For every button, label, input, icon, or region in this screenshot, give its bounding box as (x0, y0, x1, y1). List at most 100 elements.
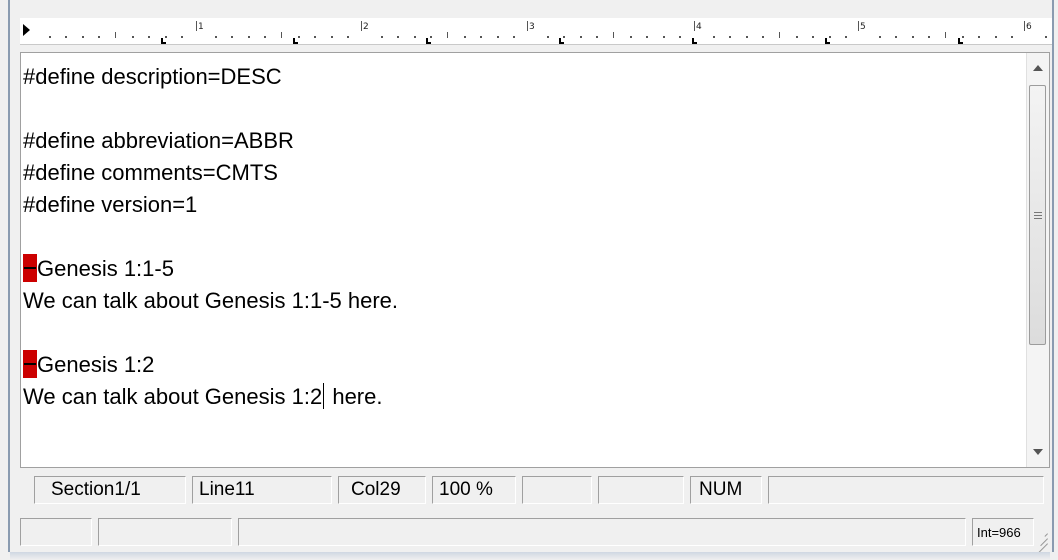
editor-line[interactable]: #define description=DESC (23, 61, 1013, 93)
ruler-tick (978, 36, 980, 38)
ruler-tick (663, 36, 665, 38)
ruler-tick (181, 36, 183, 38)
editor-window: 1 2 3 4 5 6 #define description=DESC #de… (8, 0, 1054, 556)
editor-line[interactable]: Genesis 1:2 (23, 349, 1013, 381)
ruler[interactable]: 1 2 3 4 5 6 (20, 18, 1052, 45)
editor-line[interactable] (23, 221, 1013, 253)
ruler-tick (779, 32, 780, 38)
ruler-tick (480, 36, 482, 38)
status-empty-pane (598, 476, 684, 504)
bottom-status-bar: Int=966 (20, 514, 1050, 556)
editor-line[interactable]: #define version=1 (23, 189, 1013, 221)
ruler-tick (762, 36, 764, 38)
editor-line[interactable] (23, 317, 1013, 349)
ruler-tick (381, 36, 383, 38)
ruler-tick (746, 36, 748, 38)
vertical-scrollbar[interactable] (1026, 53, 1049, 467)
ruler-tick (912, 36, 914, 38)
ruler-tick (513, 36, 515, 38)
scrollbar-thumb[interactable] (1029, 85, 1046, 345)
ruler-tick (414, 36, 416, 38)
window-top-strip (10, 0, 1052, 10)
ruler-tick (331, 36, 333, 38)
grip-line (1034, 218, 1042, 219)
scroll-down-icon[interactable] (1033, 449, 1043, 455)
tab-stop-icon[interactable] (825, 38, 830, 44)
editor-line[interactable]: We can talk about Genesis 1:1-5 here. (23, 285, 1013, 317)
ruler-tick (928, 36, 930, 38)
ruler-tick (148, 36, 150, 38)
indent-marker-icon[interactable] (23, 24, 30, 36)
status-col: Col29 (338, 476, 426, 504)
editor-content[interactable]: #define description=DESC #define abbrevi… (23, 61, 1013, 413)
line-text-before-caret: We can talk about Genesis 1:2 (23, 384, 323, 409)
ruler-number-4: 4 (696, 22, 702, 32)
ruler-tick (347, 36, 349, 38)
ruler-tick (895, 36, 897, 38)
status-line: Line11 (192, 476, 332, 504)
editor-line[interactable]: We can talk about Genesis 1:2 here. (23, 381, 1013, 413)
status-empty-pane (238, 518, 966, 546)
ruler-tick (879, 36, 881, 38)
ruler-tick (314, 36, 316, 38)
ruler-tick (547, 36, 549, 38)
ruler-tick (215, 36, 217, 38)
ruler-tick (82, 36, 84, 38)
text-editor[interactable]: #define description=DESC #define abbrevi… (20, 52, 1050, 468)
ruler-tick (65, 36, 67, 38)
ruler-tick (596, 36, 598, 38)
tab-stop-icon[interactable] (692, 38, 697, 44)
editor-line[interactable]: #define abbreviation=ABBR (23, 125, 1013, 157)
ruler-tick (281, 32, 282, 38)
ruler-tick (796, 36, 798, 38)
status-num: NUM (690, 476, 762, 504)
ruler-tick (630, 36, 632, 38)
status-int: Int=966 (972, 518, 1034, 546)
text-caret (323, 383, 325, 409)
ruler-tick (298, 36, 300, 38)
ruler-tick (264, 36, 266, 38)
ruler-tick (679, 36, 681, 38)
ruler-tick (132, 36, 134, 38)
status-empty-pane (98, 518, 232, 546)
ruler-tick (49, 36, 51, 38)
section-marker-icon[interactable] (23, 350, 37, 378)
ruler-tick (812, 36, 814, 38)
ruler-tick (713, 36, 715, 38)
status-empty-pane (522, 476, 592, 504)
ruler-tick (845, 36, 847, 38)
tab-stop-icon[interactable] (161, 38, 166, 44)
ruler-tick (397, 36, 399, 38)
ruler-tick (1011, 36, 1013, 38)
status-section: Section1/1 (34, 476, 186, 504)
grip-line (1034, 215, 1042, 216)
tab-stop-icon[interactable] (958, 38, 963, 44)
section-marker-icon[interactable] (23, 254, 37, 282)
ruler-number-3: 3 (529, 22, 535, 32)
ruler-tick (995, 36, 997, 38)
section-heading: Genesis 1:2 (37, 352, 155, 377)
status-empty-pane (20, 518, 92, 546)
ruler-tick (98, 36, 100, 38)
ruler-tick (231, 36, 233, 38)
resize-grip-icon[interactable] (1032, 528, 1048, 556)
ruler-tick (945, 32, 946, 38)
status-empty-pane (768, 476, 1044, 504)
window-bottom-edge (10, 552, 1050, 560)
ruler-tick (464, 36, 466, 38)
editor-line[interactable]: Genesis 1:1-5 (23, 253, 1013, 285)
ruler-tick (729, 36, 731, 38)
scroll-up-icon[interactable] (1033, 65, 1043, 71)
ruler-number-6: 6 (1026, 22, 1032, 32)
ruler-tick (613, 32, 614, 38)
tab-stop-icon[interactable] (293, 38, 298, 44)
ruler-number-5: 5 (860, 22, 866, 32)
tab-stop-icon[interactable] (426, 38, 431, 44)
status-bar: Section1/1 Line11 Col29 100 % NUM (20, 472, 1050, 508)
ruler-tick (447, 32, 448, 38)
ruler-tick (580, 36, 582, 38)
editor-line[interactable]: #define comments=CMTS (23, 157, 1013, 189)
status-zoom: 100 % (432, 476, 516, 504)
tab-stop-icon[interactable] (559, 38, 564, 44)
editor-line[interactable] (23, 93, 1013, 125)
